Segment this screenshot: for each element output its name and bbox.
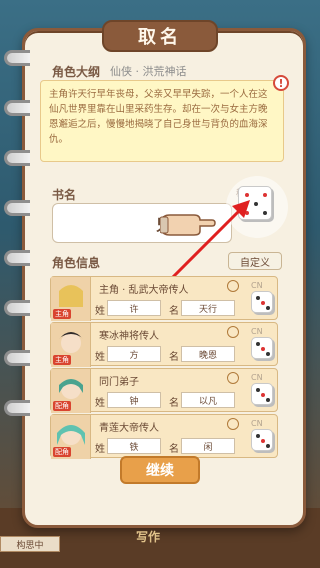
character-row: 主角 寒冰神将传人 CN 姓 方 名 晚恩 <box>50 322 278 367</box>
book-name-dice-icon[interactable] <box>238 186 272 220</box>
dice-icon[interactable] <box>251 291 273 313</box>
page-title: 取名 <box>102 20 218 52</box>
outline-text-box: 主角许天行早年丧母，父亲又早早失踪，一个人在这仙凡世界里靠在山里采药生存。却在一… <box>40 75 289 162</box>
exclamation-icon[interactable]: ! <box>273 75 289 91</box>
role-tag: 配角 <box>53 401 71 411</box>
surname-field[interactable]: 铁 <box>107 438 161 454</box>
given-name-field[interactable]: 闲 <box>181 438 235 454</box>
surname-field[interactable]: 方 <box>107 346 161 362</box>
avatar: 主角 <box>51 323 91 367</box>
dice-icon[interactable] <box>251 383 273 405</box>
surname-label: 姓 <box>95 352 105 363</box>
notebook-rings <box>4 50 30 510</box>
character-row: 配角 青莲大帝传人 CN 姓 铁 名 闲 <box>50 414 278 459</box>
given-name-label: 名 <box>169 306 179 317</box>
continue-button[interactable]: 继续 <box>120 456 200 484</box>
dice-icon[interactable] <box>251 429 273 451</box>
refresh-icon[interactable] <box>227 418 239 430</box>
refresh-icon[interactable] <box>227 280 239 292</box>
avatar: 配角 <box>51 369 91 413</box>
role-title: 青莲大帝传人 <box>99 423 159 434</box>
outline-label: 角色大纲 <box>52 65 101 79</box>
role-title: 主角 · 乱武大帝传人 <box>99 285 189 296</box>
avatar: 配角 <box>51 415 91 459</box>
surname-label: 姓 <box>95 398 105 409</box>
outline-text: 主角许天行早年丧母，父亲又早早失踪，一个人在这仙凡世界里靠在山里采药生存。却在一… <box>49 89 268 145</box>
dice-icon[interactable] <box>251 337 273 359</box>
role-title: 同门弟子 <box>99 377 139 388</box>
continue-label: 继续 <box>146 463 174 479</box>
given-name-label: 名 <box>169 444 179 455</box>
surname-field[interactable]: 钟 <box>107 392 161 408</box>
role-tag: 配角 <box>53 447 71 457</box>
character-row: 主角 主角 · 乱武大帝传人 CN 姓 许 名 天行 <box>50 276 278 321</box>
custom-label: 自定义 <box>240 257 270 269</box>
avatar: 主角 <box>51 277 91 321</box>
status-tab[interactable]: 构思中 <box>0 536 60 552</box>
surname-field[interactable]: 许 <box>107 300 161 316</box>
refresh-icon[interactable] <box>227 372 239 384</box>
given-name-label: 名 <box>169 398 179 409</box>
given-name-label: 名 <box>169 352 179 363</box>
given-name-field[interactable]: 以凡 <box>181 392 235 408</box>
surname-label: 姓 <box>95 444 105 455</box>
role-tag: 主角 <box>53 355 71 365</box>
cn-label: CN <box>251 373 263 382</box>
genre-label: 仙侠 · 洪荒神话 <box>110 65 187 78</box>
book-name-label: 书名 <box>52 188 77 202</box>
given-name-field[interactable]: 晚恩 <box>181 346 235 362</box>
write-tab-label[interactable]: 写作 <box>136 528 160 545</box>
role-tag: 主角 <box>53 309 71 319</box>
custom-button[interactable]: 自定义 <box>228 252 282 270</box>
cn-label: CN <box>251 419 263 428</box>
given-name-field[interactable]: 天行 <box>181 300 235 316</box>
pointing-hand-icon <box>160 214 216 236</box>
cn-label: CN <box>251 281 263 290</box>
refresh-icon[interactable] <box>227 326 239 338</box>
surname-label: 姓 <box>95 306 105 317</box>
cn-label: CN <box>251 327 263 336</box>
status-label: 构思中 <box>16 540 44 551</box>
role-title: 寒冰神将传人 <box>99 331 159 342</box>
character-row: 配角 同门弟子 CN 姓 钟 名 以凡 <box>50 368 278 413</box>
character-info-label: 角色信息 <box>52 256 101 270</box>
